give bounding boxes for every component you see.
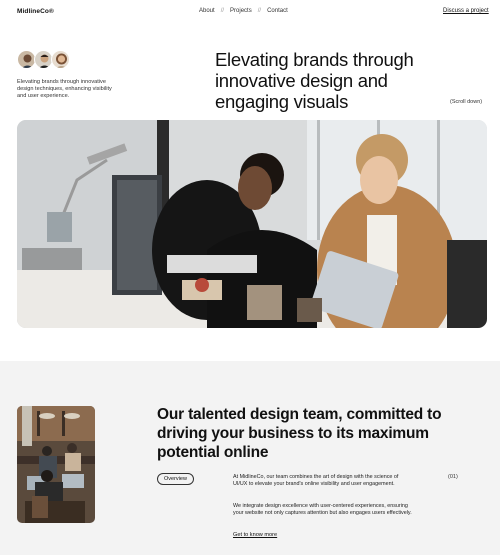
hero-title: Elevating brands through innovative desi… — [215, 49, 414, 112]
nav-separator: // — [220, 8, 225, 14]
nav-separator: // — [257, 8, 262, 14]
main-nav: About // Projects // Contact — [199, 8, 288, 14]
know-more-link[interactable]: Get to know more — [233, 532, 277, 538]
section-title: Our talented design team, committed to d… — [157, 406, 442, 461]
section-paragraph: We integrate design excellence with user… — [233, 503, 412, 516]
nav-item-contact[interactable]: Contact — [267, 8, 288, 14]
discuss-project-link[interactable]: Discuss a project — [443, 8, 489, 14]
section-paragraph: At MidlineCo, our team combines the art … — [233, 474, 399, 487]
avatar — [51, 50, 70, 69]
hero-office-photo — [17, 120, 487, 328]
team-photo — [17, 406, 95, 523]
overview-tag[interactable]: Overview — [157, 473, 194, 485]
hero-description: Elevating brands through innovative desi… — [17, 79, 112, 100]
nav-item-about[interactable]: About — [199, 8, 215, 14]
site-header: MidlineCo® About // Projects // Contact … — [0, 0, 500, 26]
scroll-down-label[interactable]: (Scroll down) — [450, 99, 482, 105]
logo[interactable]: MidlineCo® — [17, 8, 54, 15]
nav-item-projects[interactable]: Projects — [230, 8, 252, 14]
avatar-group — [17, 50, 70, 69]
section-index: (01) — [448, 474, 458, 480]
